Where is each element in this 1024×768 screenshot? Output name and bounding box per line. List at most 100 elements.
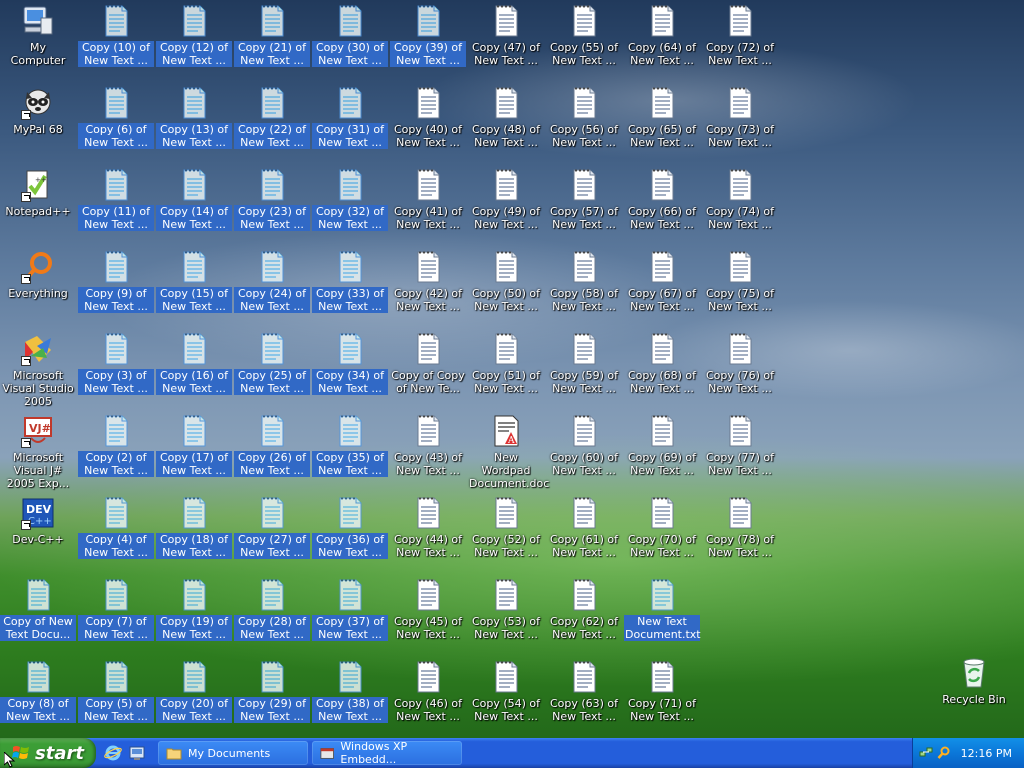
desktop-icon[interactable]: Copy (37) of New Text ... (312, 578, 388, 660)
desktop-icon[interactable]: Copy (7) of New Text ... (78, 578, 154, 660)
desktop-icon[interactable]: Copy (30) of New Text ... (312, 4, 388, 86)
desktop-icon[interactable]: Copy (60) of New Text ... (546, 414, 622, 496)
desktop-icon[interactable]: Copy (5) of New Text ... (78, 660, 154, 738)
desktop-icon[interactable]: Copy (78) of New Text ... (702, 496, 778, 578)
desktop-icon[interactable]: Copy (77) of New Text ... (702, 414, 778, 496)
desktop-icon[interactable]: Copy (76) of New Text ... (702, 332, 778, 414)
desktop-icon[interactable]: Copy (44) of New Text ... (390, 496, 466, 578)
desktop-icon[interactable]: ++ Notepad++ (0, 168, 76, 250)
desktop-icon[interactable]: Copy (63) of New Text ... (546, 660, 622, 738)
text-file-icon (105, 169, 128, 201)
desktop-icon[interactable]: New Text Document.txt (624, 578, 701, 660)
desktop-icon[interactable]: Copy (28) of New Text ... (234, 578, 310, 660)
desktop-icon[interactable]: Copy (8) of New Text ... (0, 660, 76, 738)
desktop-icon[interactable]: Copy (57) of New Text ... (546, 168, 622, 250)
desktop-icon[interactable]: Copy (55) of New Text ... (546, 4, 622, 86)
desktop-icon[interactable]: Copy (56) of New Text ... (546, 86, 622, 168)
desktop-icon[interactable]: Copy (66) of New Text ... (624, 168, 700, 250)
desktop-icon[interactable]: Copy (16) of New Text ... (156, 332, 232, 414)
desktop-icon[interactable]: My Computer (0, 4, 76, 86)
desktop-icon[interactable]: A New Wordpad Document.doc (468, 414, 549, 496)
desktop-icon[interactable]: Copy (59) of New Text ... (546, 332, 622, 414)
desktop-icon[interactable]: Copy (12) of New Text ... (156, 4, 232, 86)
desktop-icon[interactable]: Copy (33) of New Text ... (312, 250, 388, 332)
desktop-icon[interactable]: Copy (11) of New Text ... (78, 168, 154, 250)
desktop-icon[interactable]: Copy (25) of New Text ... (234, 332, 310, 414)
desktop-icon[interactable]: Copy (45) of New Text ... (390, 578, 466, 660)
desktop-icon[interactable]: Copy (54) of New Text ... (468, 660, 544, 738)
desktop-icon[interactable]: Copy (58) of New Text ... (546, 250, 622, 332)
text-file-icon (495, 661, 518, 693)
desktop-icon[interactable]: Copy (41) of New Text ... (390, 168, 466, 250)
desktop-icon[interactable]: Copy (14) of New Text ... (156, 168, 232, 250)
desktop-icon[interactable]: Copy (52) of New Text ... (468, 496, 544, 578)
desktop-icon[interactable]: Copy (71) of New Text ... (624, 660, 700, 738)
desktop-icon[interactable]: DEV C++ Dev-C++ (0, 496, 76, 578)
desktop-icon[interactable]: VJ# Microsoft Visual J# 2005 Exp... (0, 414, 76, 496)
desktop-icon[interactable]: Copy (29) of New Text ... (234, 660, 310, 738)
desktop-icon[interactable]: Copy (62) of New Text ... (546, 578, 622, 660)
desktop-icon[interactable]: Copy (53) of New Text ... (468, 578, 544, 660)
desktop-icon[interactable]: Copy (22) of New Text ... (234, 86, 310, 168)
desktop-icon[interactable]: Copy (27) of New Text ... (234, 496, 310, 578)
desktop-icon[interactable]: Copy (42) of New Text ... (390, 250, 466, 332)
desktop-icon[interactable]: Copy (72) of New Text ... (702, 4, 778, 86)
desktop-icon[interactable]: Copy (68) of New Text ... (624, 332, 700, 414)
desktop-icon[interactable]: Recycle Bin (936, 656, 1012, 738)
desktop-icon[interactable]: Copy (24) of New Text ... (234, 250, 310, 332)
desktop-icon[interactable]: Copy (32) of New Text ... (312, 168, 388, 250)
desktop-icon[interactable]: Copy (74) of New Text ... (702, 168, 778, 250)
desktop-icon[interactable]: Copy (67) of New Text ... (624, 250, 700, 332)
desktop-icon[interactable]: MyPal 68 (0, 86, 76, 168)
desktop-icon[interactable]: Copy (65) of New Text ... (624, 86, 700, 168)
desktop-icon[interactable]: Microsoft Visual Studio 2005 (0, 332, 76, 414)
internet-explorer-icon[interactable] (104, 744, 122, 762)
desktop-icon[interactable]: Copy (61) of New Text ... (546, 496, 622, 578)
desktop-icon[interactable]: Copy (4) of New Text ... (78, 496, 154, 578)
network-icon[interactable] (919, 746, 933, 760)
desktop-icon[interactable]: Copy (19) of New Text ... (156, 578, 232, 660)
desktop-icon[interactable]: Copy (70) of New Text ... (624, 496, 700, 578)
show-desktop-icon[interactable] (128, 744, 146, 762)
task-windows-xp-embedded[interactable]: Windows XP Embedd... (312, 740, 462, 766)
desktop-icon[interactable]: Copy (38) of New Text ... (312, 660, 388, 738)
desktop-icon[interactable]: Copy (35) of New Text ... (312, 414, 388, 496)
desktop-icon[interactable]: Copy (34) of New Text ... (312, 332, 388, 414)
desktop-icon[interactable]: Copy (47) of New Text ... (468, 4, 544, 86)
desktop-icon[interactable]: Copy (3) of New Text ... (78, 332, 154, 414)
desktop-icon[interactable]: Copy (50) of New Text ... (468, 250, 544, 332)
desktop-icon[interactable]: Copy (49) of New Text ... (468, 168, 544, 250)
desktop-icon[interactable]: Copy (21) of New Text ... (234, 4, 310, 86)
desktop-icon[interactable]: Copy (18) of New Text ... (156, 496, 232, 578)
search-tray-icon[interactable] (937, 746, 951, 760)
desktop-icon[interactable]: Copy (10) of New Text ... (78, 4, 154, 86)
desktop-icon[interactable]: Copy (17) of New Text ... (156, 414, 232, 496)
desktop-icon[interactable]: Copy (46) of New Text ... (390, 660, 466, 738)
desktop-icon[interactable]: Copy (51) of New Text ... (468, 332, 544, 414)
desktop-icon[interactable]: Copy (69) of New Text ... (624, 414, 700, 496)
desktop-icon[interactable]: Copy (36) of New Text ... (312, 496, 388, 578)
desktop-icon[interactable]: Copy (26) of New Text ... (234, 414, 310, 496)
desktop-icon[interactable]: Copy (40) of New Text ... (390, 86, 466, 168)
desktop-icon[interactable]: Copy (23) of New Text ... (234, 168, 310, 250)
desktop-icon[interactable]: Copy (31) of New Text ... (312, 86, 388, 168)
desktop-icon[interactable]: Copy (75) of New Text ... (702, 250, 778, 332)
desktop-icon[interactable]: Copy (9) of New Text ... (78, 250, 154, 332)
desktop-icon[interactable]: Copy (13) of New Text ... (156, 86, 232, 168)
desktop-icon[interactable]: Copy of New Text Docu... (0, 578, 76, 660)
desktop-icon[interactable]: Copy (73) of New Text ... (702, 86, 778, 168)
desktop-icon[interactable]: Copy (15) of New Text ... (156, 250, 232, 332)
task-my-documents[interactable]: My Documents (158, 741, 308, 765)
text-file-icon (261, 87, 284, 119)
desktop-icon[interactable]: Copy of Copy of New Te... (390, 332, 466, 414)
desktop-icon[interactable]: Copy (20) of New Text ... (156, 660, 232, 738)
desktop-icon[interactable]: Copy (2) of New Text ... (78, 414, 154, 496)
desktop[interactable]: My Computer MyPal 68 ++ Notepad++ Everything… (0, 0, 1024, 738)
desktop-icon[interactable]: Copy (64) of New Text ... (624, 4, 700, 86)
desktop-icon[interactable]: Copy (48) of New Text ... (468, 86, 544, 168)
desktop-icon[interactable]: Copy (43) of New Text ... (390, 414, 466, 496)
desktop-icon[interactable]: Copy (39) of New Text ... (390, 4, 466, 86)
desktop-icon[interactable]: Copy (6) of New Text ... (78, 86, 154, 168)
clock[interactable]: 12:16 PM (961, 747, 1012, 760)
desktop-icon[interactable]: Everything (0, 250, 76, 332)
